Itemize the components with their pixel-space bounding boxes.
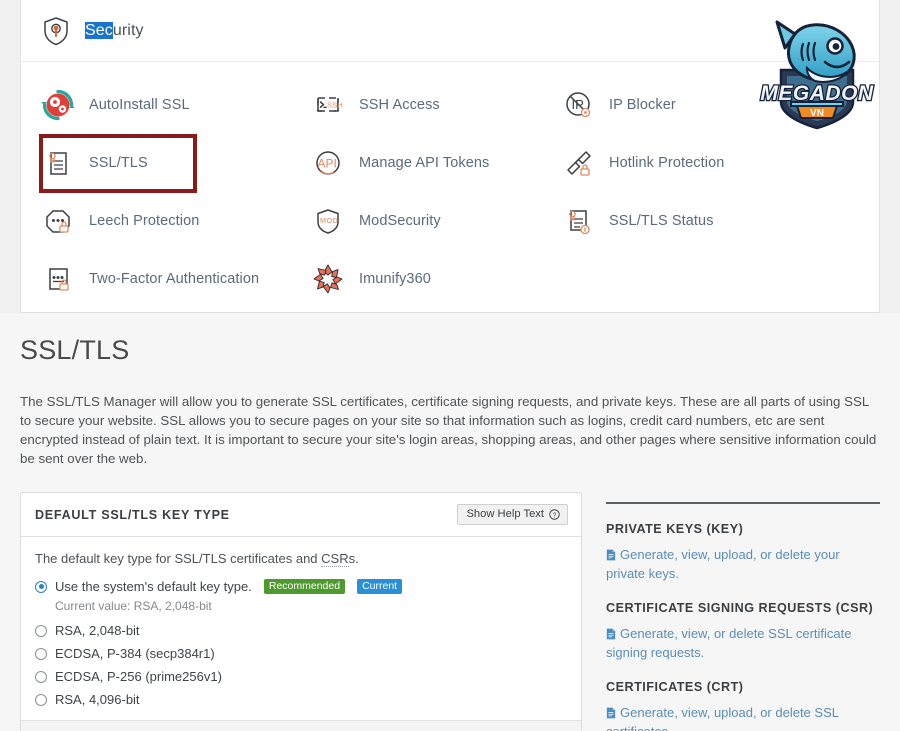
ssh-terminal-icon: SSH — [309, 86, 347, 124]
radio-label: ECDSA, P-384 (secp384r1) — [55, 646, 215, 661]
security-item-label: Two-Factor Authentication — [89, 271, 260, 287]
imunify360-icon — [309, 260, 347, 298]
security-item-leech-protection[interactable]: Leech Protection — [21, 192, 291, 250]
radio-label: ECDSA, P-256 (prime256v1) — [55, 669, 222, 684]
description-text-1: The default key type for SSL/TLS certifi… — [35, 551, 322, 566]
radio-button[interactable] — [35, 647, 47, 660]
sidebar-link-private-keys[interactable]: Generate, view, upload, or delete your p… — [606, 546, 880, 583]
security-item-label: Leech Protection — [89, 213, 200, 229]
page-title-security: Security — [85, 21, 144, 40]
radio-button[interactable] — [35, 580, 47, 593]
security-item-label: ModSecurity — [359, 213, 441, 229]
megadon-logo: MEGADON VN — [747, 18, 887, 138]
content-header: SSL/TLS The SSL/TLS Manager will allow y… — [0, 313, 900, 468]
security-item-label: SSL/TLS — [89, 155, 148, 171]
sidebar-link-label: Generate, view, or delete SSL certificat… — [606, 626, 852, 660]
security-item-label: AutoInstall SSL — [89, 97, 190, 113]
sidebar-heading-certificates: CERTIFICATES (CRT) — [606, 680, 744, 694]
current-value-note: Current value: RSA, 2,048-bit — [55, 599, 212, 613]
file-certificate-icon — [606, 628, 616, 640]
radio-button[interactable] — [35, 670, 47, 683]
api-token-icon: API — [309, 144, 347, 182]
radio-option-rsa-2048[interactable]: RSA, 2,048-bit — [35, 620, 567, 641]
security-item-label: Imunify360 — [359, 271, 431, 287]
security-item-manage-api-tokens[interactable]: API Manage API Tokens — [291, 134, 541, 192]
modsecurity-icon: MOD — [309, 202, 347, 240]
hotlink-protection-icon — [559, 144, 597, 182]
question-circle-icon: ? — [549, 508, 560, 520]
logo-subtext: VN — [810, 108, 824, 119]
sidebar-heading-private-keys: PRIVATE KEYS (KEY) — [606, 522, 744, 536]
security-item-label: SSL/TLS Status — [609, 213, 714, 229]
sidebar-link-certificates[interactable]: Generate, view, upload, or delete SSL ce… — [606, 704, 880, 731]
svg-text:MOD: MOD — [320, 216, 338, 225]
two-factor-auth-icon — [39, 260, 77, 298]
autoinstall-ssl-icon — [39, 86, 77, 124]
help-button-label: Show Help Text — [466, 508, 544, 520]
security-item-ssl-tls[interactable]: SSL/TLS — [21, 134, 291, 192]
svg-text:?: ? — [553, 512, 557, 519]
radio-label: RSA, 2,048-bit — [55, 623, 140, 638]
security-item-label: SSH Access — [359, 97, 440, 113]
panel-footer: Save — [21, 720, 581, 731]
security-group-card: Security AutoInstall SSL SSH SSH Access … — [20, 0, 880, 313]
security-item-two-factor-authentication[interactable]: Two-Factor Authentication — [21, 250, 291, 308]
radio-option-ecdsa-p256[interactable]: ECDSA, P-256 (prime256v1) — [35, 666, 567, 687]
main-content: SSL/TLS The SSL/TLS Manager will allow y… — [0, 313, 900, 731]
security-item-label: Manage API Tokens — [359, 155, 490, 171]
show-help-text-button[interactable]: Show Help Text ? — [457, 504, 568, 525]
svg-text:SSH: SSH — [327, 101, 343, 110]
security-item-hotlink-protection[interactable]: Hotlink Protection — [541, 134, 879, 192]
two-column-layout: DEFAULT SSL/TLS KEY TYPE Show Help Text … — [0, 492, 900, 731]
panel-description: The default key type for SSL/TLS certifi… — [35, 551, 567, 567]
leech-protection-icon — [39, 202, 77, 240]
shield-pin-icon — [39, 14, 73, 48]
radio-button[interactable] — [35, 693, 47, 706]
selected-text: Sec — [85, 21, 113, 39]
security-item-ssl-tls-status[interactable]: SSL/TLS Status — [541, 192, 879, 250]
page-root: Security AutoInstall SSL SSH SSH Access … — [0, 0, 900, 731]
ip-blocker-icon: IP — [559, 86, 597, 124]
radio-option-system-default[interactable]: Use the system's default key type. Recom… — [35, 576, 567, 597]
left-column: DEFAULT SSL/TLS KEY TYPE Show Help Text … — [20, 492, 582, 731]
radio-label: RSA, 4,096-bit — [55, 692, 140, 707]
sidebar-link-label: Generate, view, upload, or delete your p… — [606, 547, 840, 581]
security-item-ssh-access[interactable]: SSH SSH Access — [291, 76, 541, 134]
security-item-imunify360[interactable]: Imunify360 — [291, 250, 541, 308]
description-text-2: s. — [348, 551, 359, 566]
right-column: PRIVATE KEYS (KEY) Generate, view, uploa… — [606, 492, 880, 731]
intro-paragraph: The SSL/TLS Manager will allow you to ge… — [20, 394, 877, 466]
sidebar-heading-csr: CERTIFICATE SIGNING REQUESTS (CSR) — [606, 601, 874, 615]
radio-option-rsa-4096[interactable]: RSA, 4,096-bit — [35, 689, 567, 710]
radio-label: Use the system's default key type. — [55, 579, 252, 594]
panel-header: DEFAULT SSL/TLS KEY TYPE Show Help Text … — [21, 493, 581, 537]
page-title: SSL/TLS — [20, 335, 130, 365]
current-badge: Current — [357, 578, 403, 595]
radio-option-ecdsa-p384[interactable]: ECDSA, P-384 (secp384r1) — [35, 643, 567, 664]
security-item-autoinstall-ssl[interactable]: AutoInstall SSL — [21, 76, 291, 134]
unselected-text: urity — [112, 21, 144, 39]
file-certificate-icon — [606, 707, 616, 719]
recommended-badge: Recommended — [263, 578, 346, 595]
default-key-type-panel: DEFAULT SSL/TLS KEY TYPE Show Help Text … — [20, 492, 582, 731]
radio-button[interactable] — [35, 624, 47, 637]
panel-body: The default key type for SSL/TLS certifi… — [21, 537, 581, 720]
security-item-label: IP Blocker — [609, 97, 676, 113]
security-item-label: Hotlink Protection — [609, 155, 725, 171]
file-certificate-icon — [606, 549, 616, 561]
csr-abbr: CSR — [321, 551, 349, 567]
panel-title: DEFAULT SSL/TLS KEY TYPE — [35, 507, 230, 522]
svg-text:API: API — [318, 157, 337, 171]
ssl-tls-status-icon — [559, 202, 597, 240]
sidebar-link-label: Generate, view, upload, or delete SSL ce… — [606, 705, 839, 731]
security-item-modsecurity[interactable]: MOD ModSecurity — [291, 192, 541, 250]
sidebar-divider — [606, 502, 880, 504]
ssl-tls-icon — [39, 144, 77, 182]
sidebar-link-csr[interactable]: Generate, view, or delete SSL certificat… — [606, 625, 880, 662]
